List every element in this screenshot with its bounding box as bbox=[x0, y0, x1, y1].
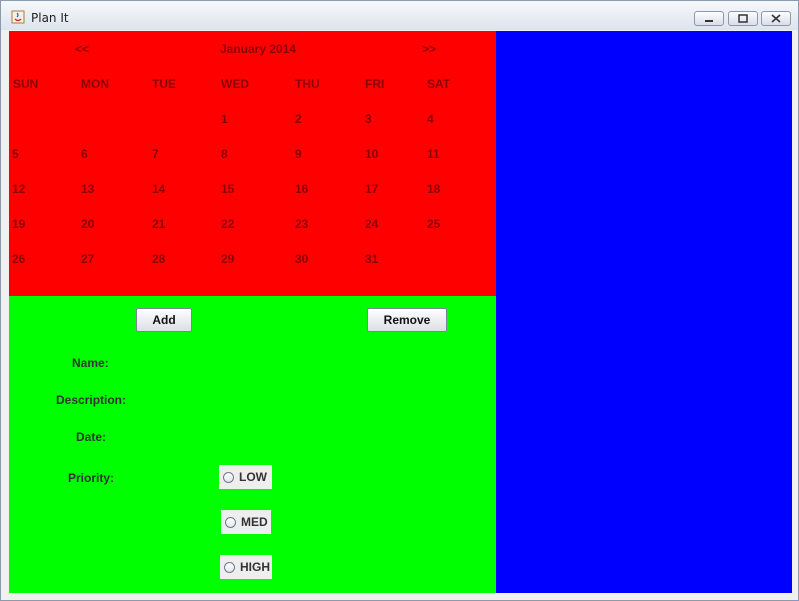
window-bottom-edge bbox=[1, 593, 798, 600]
day-cell[interactable]: 22 bbox=[221, 217, 234, 231]
day-cell[interactable]: 19 bbox=[12, 217, 25, 231]
day-cell[interactable]: 17 bbox=[365, 182, 378, 196]
minimize-icon bbox=[705, 20, 713, 22]
date-label: Date: bbox=[76, 430, 107, 444]
weekday-header: FRI bbox=[365, 77, 385, 91]
radio-circle-icon bbox=[223, 471, 234, 483]
name-label: Name: bbox=[72, 356, 109, 370]
weekday-header: WED bbox=[221, 77, 249, 91]
description-label: Description: bbox=[56, 393, 127, 407]
radio-label: MED bbox=[241, 515, 268, 529]
day-cell[interactable]: 13 bbox=[81, 182, 94, 196]
month-label: January 2014 bbox=[220, 42, 297, 56]
prev-month-button[interactable]: << bbox=[75, 42, 89, 56]
priority-med-radio[interactable]: MED bbox=[221, 510, 271, 534]
radio-label: LOW bbox=[239, 470, 267, 484]
day-cell[interactable]: 6 bbox=[81, 147, 88, 161]
close-icon bbox=[771, 14, 781, 23]
day-cell[interactable]: 2 bbox=[295, 112, 302, 126]
calendar-panel: << January 2014 >> SUN MON TUE WED THU F… bbox=[9, 31, 496, 296]
priority-high-radio[interactable]: HIGH bbox=[220, 555, 272, 579]
maximize-icon bbox=[738, 14, 748, 23]
day-cell[interactable]: 30 bbox=[295, 252, 308, 266]
radio-circle-icon bbox=[225, 516, 236, 528]
day-cell[interactable]: 10 bbox=[365, 147, 378, 161]
day-cell[interactable]: 25 bbox=[427, 217, 440, 231]
day-cell[interactable]: 14 bbox=[152, 182, 165, 196]
add-button[interactable]: Add bbox=[136, 308, 192, 332]
day-cell[interactable]: 23 bbox=[295, 217, 308, 231]
maximize-button[interactable] bbox=[728, 11, 758, 26]
app-window: Plan It << January 2014 >> SUN MON TUE W… bbox=[0, 0, 799, 601]
day-cell[interactable]: 27 bbox=[81, 252, 94, 266]
day-cell[interactable]: 9 bbox=[295, 147, 302, 161]
day-cell[interactable]: 11 bbox=[427, 147, 440, 161]
priority-low-radio[interactable]: LOW bbox=[219, 465, 272, 489]
day-cell[interactable]: 26 bbox=[12, 252, 25, 266]
radio-circle-icon bbox=[224, 561, 235, 573]
next-month-button[interactable]: >> bbox=[422, 42, 436, 56]
close-button[interactable] bbox=[761, 11, 791, 26]
day-cell[interactable]: 12 bbox=[12, 182, 25, 196]
weekday-header: TUE bbox=[152, 77, 176, 91]
remove-button[interactable]: Remove bbox=[367, 308, 447, 332]
day-cell[interactable]: 18 bbox=[427, 182, 440, 196]
weekday-header: MON bbox=[81, 77, 109, 91]
day-cell[interactable]: 20 bbox=[81, 217, 94, 231]
day-cell[interactable]: 1 bbox=[221, 112, 228, 126]
day-cell[interactable]: 15 bbox=[221, 182, 234, 196]
day-cell[interactable]: 28 bbox=[152, 252, 165, 266]
priority-label: Priority: bbox=[68, 471, 115, 485]
weekday-header: THU bbox=[295, 77, 320, 91]
minimize-button[interactable] bbox=[694, 11, 724, 26]
radio-label: HIGH bbox=[240, 560, 270, 574]
day-cell[interactable]: 3 bbox=[365, 112, 372, 126]
weekday-header: SAT bbox=[427, 77, 451, 91]
day-cell[interactable]: 4 bbox=[427, 112, 434, 126]
day-cell[interactable]: 5 bbox=[12, 147, 19, 161]
day-cell[interactable]: 16 bbox=[295, 182, 308, 196]
day-cell[interactable]: 7 bbox=[152, 147, 159, 161]
day-cell[interactable]: 8 bbox=[221, 147, 228, 161]
day-cell[interactable]: 31 bbox=[365, 252, 378, 266]
java-app-icon bbox=[11, 10, 25, 24]
weekday-header: SUN bbox=[13, 77, 39, 91]
event-form-panel: Add Remove Name: Description: Date: Prio… bbox=[9, 296, 496, 593]
window-title: Plan It bbox=[31, 11, 69, 25]
title-bar[interactable]: Plan It bbox=[1, 1, 798, 30]
day-cell[interactable]: 29 bbox=[221, 252, 234, 266]
event-list-panel bbox=[496, 31, 792, 593]
day-cell[interactable]: 21 bbox=[152, 217, 165, 231]
day-cell[interactable]: 24 bbox=[365, 217, 378, 231]
